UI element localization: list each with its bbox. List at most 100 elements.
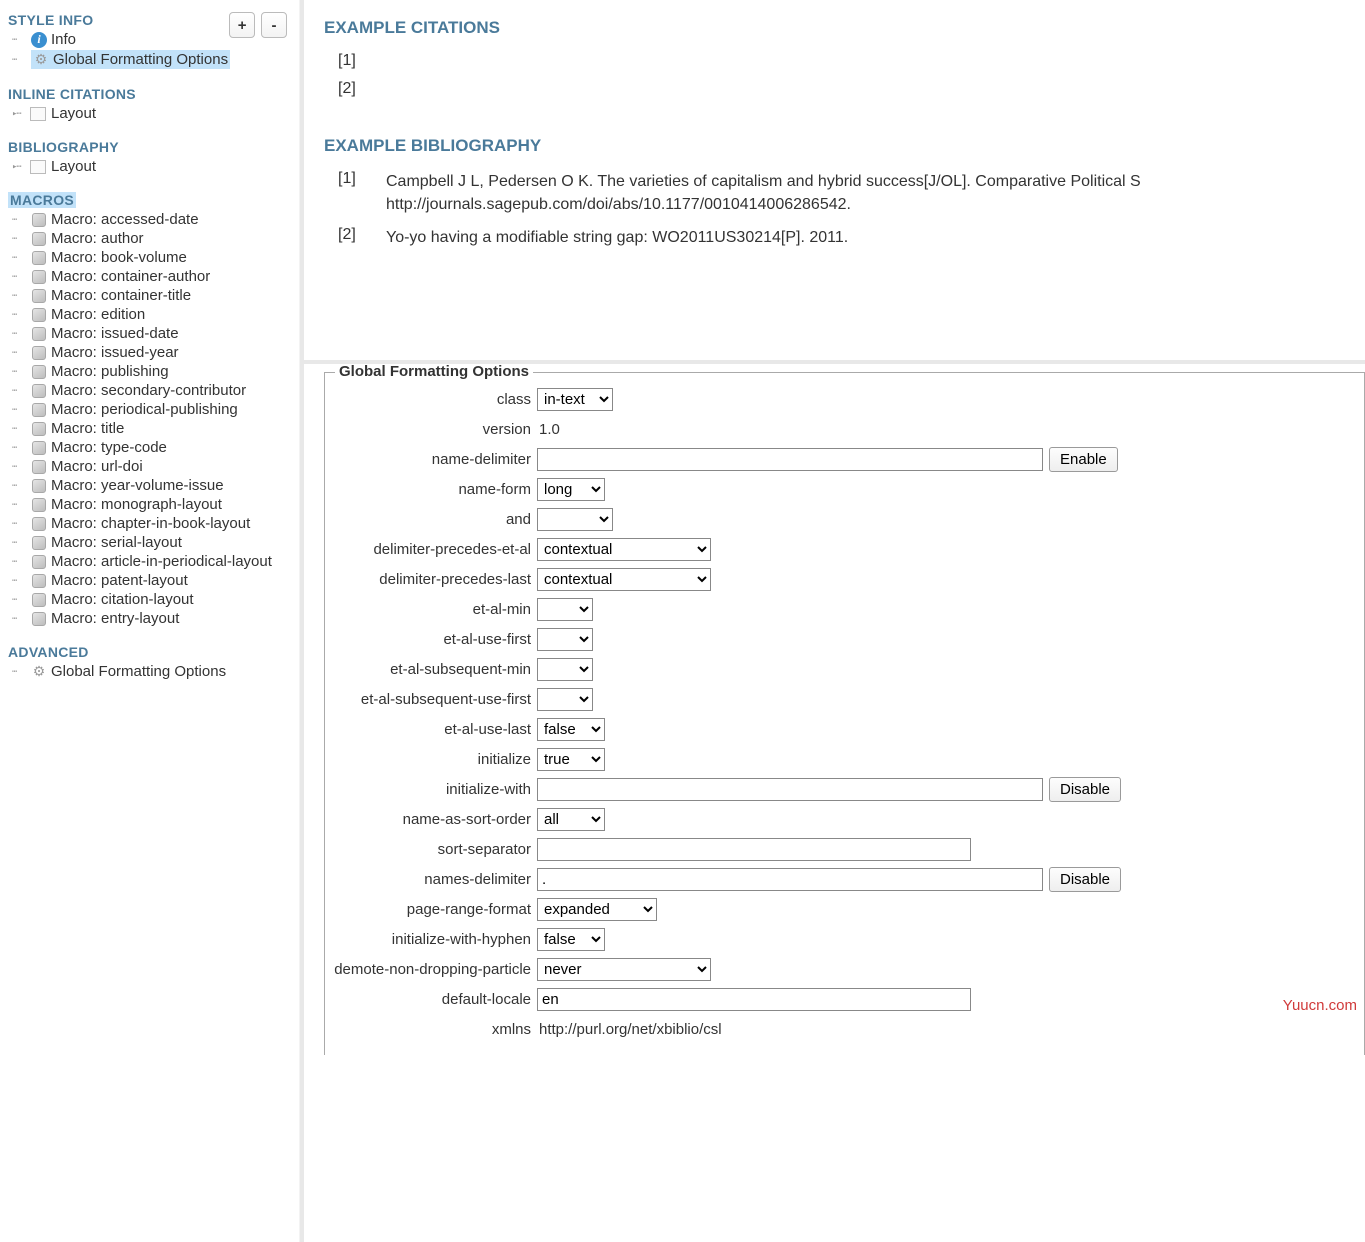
macro-icon [31, 231, 47, 247]
tree-item-macro[interactable]: ⋯Macro: citation-layout [4, 590, 295, 609]
tree-item-macro[interactable]: ⋯Macro: monograph-layout [4, 495, 295, 514]
and-select[interactable] [537, 508, 613, 531]
label-initialize-with: initialize-with [333, 781, 537, 798]
macros-section: MACROS ⋯Macro: accessed-date⋯Macro: auth… [4, 188, 295, 628]
macro-icon [31, 459, 47, 475]
macro-icon [31, 592, 47, 608]
tree-item-macro[interactable]: ⋯Macro: title [4, 419, 295, 438]
collapse-button[interactable]: - [261, 12, 287, 38]
macro-icon [31, 421, 47, 437]
preview-pane: EXAMPLE CITATIONS [1] [2] EXAMPLE BIBLIO… [304, 0, 1365, 364]
etal-min-select[interactable] [537, 598, 593, 621]
tree-label: Macro: author [51, 230, 144, 247]
tree-label: Macro: type-code [51, 439, 167, 456]
tree-item-macro[interactable]: ⋯Macro: entry-layout [4, 609, 295, 628]
etal-sub-min-select[interactable] [537, 658, 593, 681]
delimiter-last-select[interactable]: contextual [537, 568, 711, 591]
tree-item-macro[interactable]: ⋯ Macro: patent-layout [4, 571, 295, 590]
biblio-text: Campbell J L, Pedersen O K. The varietie… [386, 170, 1345, 216]
tree-label: Macro: accessed-date [51, 211, 199, 228]
watermark: Yuucn.com [1283, 997, 1357, 1014]
tree-item-macro[interactable]: ⋯Macro: issued-year [4, 343, 295, 362]
etal-use-first-select[interactable] [537, 628, 593, 651]
sort-separator-input[interactable] [537, 838, 971, 861]
tree-item-macro[interactable]: ⋯Macro: chapter-in-book-layout [4, 514, 295, 533]
etal-use-last-select[interactable]: false [537, 718, 605, 741]
tree-item-macro[interactable]: ⋯ Macro: container-title [4, 286, 295, 305]
macro-icon [31, 212, 47, 228]
label-name-delimiter: name-delimiter [333, 451, 537, 468]
tree-label: Macro: chapter-in-book-layout [51, 515, 250, 532]
tree-connector-icon: ⋯ [12, 667, 28, 677]
class-select[interactable]: in-text [537, 388, 613, 411]
label-sort-separator: sort-separator [333, 841, 537, 858]
tree-item-info[interactable]: ⋯ iInfo [4, 30, 227, 49]
tree-connector-icon: ⋯ [12, 35, 28, 45]
tree-item-macro[interactable]: ⋯Macro: year-volume-issue [4, 476, 295, 495]
name-form-select[interactable]: long [537, 478, 605, 501]
tree-item-macro[interactable]: ⋯Macro: edition [4, 305, 295, 324]
tree-label: Macro: citation-layout [51, 591, 194, 608]
label-class: class [333, 391, 537, 408]
gear-icon: ⚙ [33, 52, 49, 68]
tree-item-macro[interactable]: ⋯Macro: issued-date [4, 324, 295, 343]
tree-item-macro[interactable]: ⋯Macro: secondary-contributor [4, 381, 295, 400]
macro-icon [31, 402, 47, 418]
names-delimiter-input[interactable] [537, 868, 1043, 891]
macro-icon [31, 497, 47, 513]
name-as-sort-order-select[interactable]: all [537, 808, 605, 831]
tree-item-biblio-layout[interactable]: ▸⋯ Layout [4, 157, 295, 176]
tree-item-macro[interactable]: ⋯Macro: article-in-periodical-layout [4, 552, 295, 571]
disable-button[interactable]: Disable [1049, 777, 1121, 802]
layout-icon [31, 159, 47, 175]
initialize-with-input[interactable] [537, 778, 1043, 801]
demote-select[interactable]: never [537, 958, 711, 981]
tree-item-macro[interactable]: ⋯Macro: author [4, 229, 295, 248]
citation-number: [2] [338, 80, 364, 98]
tree-item-macro[interactable]: ⋯Macro: accessed-date [4, 210, 295, 229]
tree-connector-icon: ⋯ [12, 291, 28, 301]
tree-label: Macro: book-volume [51, 249, 187, 266]
tree-item-macro[interactable]: ⋯Macro: type-code [4, 438, 295, 457]
tree-item-advanced-global[interactable]: ⋯ ⚙Global Formatting Options [4, 662, 295, 681]
tree-label: Macro: container-title [51, 287, 191, 304]
label-initialize-with-hyphen: initialize-with-hyphen [333, 931, 537, 948]
label-xmlns: xmlns [333, 1021, 537, 1038]
tree-connector-icon: ⋯ [12, 55, 28, 65]
tree-item-macro[interactable]: ⋯Macro: book-volume [4, 248, 295, 267]
macro-icon [31, 345, 47, 361]
disable-button[interactable]: Disable [1049, 867, 1121, 892]
macro-icon [31, 611, 47, 627]
expand-button[interactable]: + [229, 12, 255, 38]
label-name-as-sort-order: name-as-sort-order [333, 811, 537, 828]
tree-item-macro[interactable]: ⋯Macro: container-author [4, 267, 295, 286]
tree-label: Macro: patent-layout [51, 572, 188, 589]
bibliography-header: BIBLIOGRAPHY [8, 139, 295, 155]
label-et-al-use-first: et-al-use-first [333, 631, 537, 648]
etal-sub-use-first-select[interactable] [537, 688, 593, 711]
tree-label: Macro: issued-year [51, 344, 179, 361]
tree-item-macro[interactable]: ⋯Macro: publishing [4, 362, 295, 381]
macro-icon [31, 364, 47, 380]
label-default-locale: default-locale [333, 991, 537, 1008]
tree-item-macro[interactable]: ⋯Macro: serial-layout [4, 533, 295, 552]
enable-button[interactable]: Enable [1049, 447, 1118, 472]
name-delimiter-input[interactable] [537, 448, 1043, 471]
tree-item-macro[interactable]: ⋯Macro: periodical-publishing [4, 400, 295, 419]
default-locale-input[interactable] [537, 988, 971, 1011]
initialize-with-hyphen-select[interactable]: false [537, 928, 605, 951]
delimiter-etal-select[interactable]: contextual [537, 538, 711, 561]
tree-label: Macro: article-in-periodical-layout [51, 553, 272, 570]
tree-item-macro[interactable]: ⋯Macro: url-doi [4, 457, 295, 476]
style-info-section: + - STYLE INFO ⋯ iInfo ⋯ ⚙Global Formatt… [4, 12, 295, 70]
macro-icon [31, 478, 47, 494]
tree-item-global-formatting[interactable]: ⋯ ⚙Global Formatting Options [4, 49, 295, 70]
page-range-format-select[interactable]: expanded [537, 898, 657, 921]
tree-connector-icon: ⋯ [12, 576, 28, 586]
bibliography-section: BIBLIOGRAPHY ▸⋯ Layout [4, 139, 295, 176]
tree-label: Layout [51, 158, 96, 175]
fieldset-legend: Global Formatting Options [335, 364, 533, 380]
initialize-select[interactable]: true [537, 748, 605, 771]
macro-icon [31, 383, 47, 399]
tree-item-inline-layout[interactable]: ▸⋯ Layout [4, 104, 295, 123]
